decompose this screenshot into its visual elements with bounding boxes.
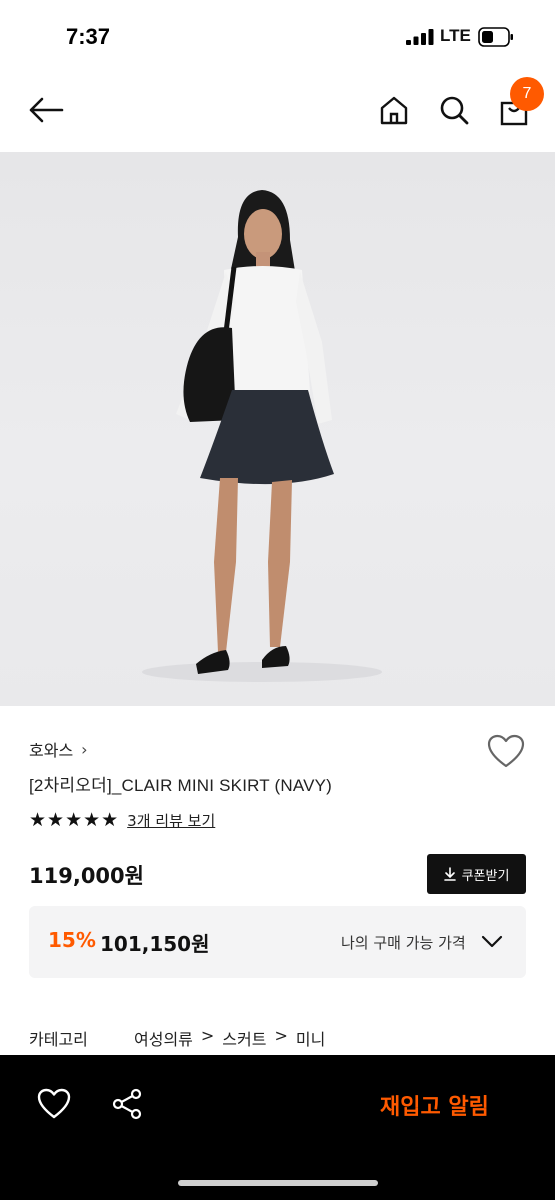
model-photo-illustration	[142, 190, 382, 682]
search-button[interactable]	[432, 88, 476, 132]
discount-rate: 15%	[48, 928, 96, 952]
arrow-left-icon	[29, 97, 64, 123]
discount-price: 101,150원	[100, 932, 210, 956]
home-indicator	[178, 1180, 378, 1186]
top-nav	[0, 70, 555, 152]
signal-icon	[406, 29, 434, 45]
rating-row: ★★★★★ 3개 리뷰 보기	[29, 809, 215, 831]
bottom-action-bar: 재입고 알림	[0, 1055, 555, 1200]
back-button[interactable]	[22, 88, 70, 132]
category-item[interactable]: 미니	[296, 1026, 325, 1050]
share-icon[interactable]	[110, 1087, 144, 1121]
status-time: 7:37	[66, 24, 111, 49]
home-button[interactable]	[372, 88, 416, 132]
cart-count-badge: 7	[510, 77, 544, 111]
star-rating: ★★★★★	[29, 809, 120, 831]
download-icon	[443, 867, 456, 881]
brand-name: 호와스	[29, 741, 74, 760]
restock-alert-button[interactable]: 재입고 알림	[380, 1089, 489, 1121]
category-item[interactable]: 여성의류	[134, 1026, 193, 1050]
category-breadcrumb: 여성의류 > 스커트 > 미니	[134, 1026, 325, 1050]
review-link[interactable]: 3개 리뷰 보기	[127, 810, 215, 831]
brand-link[interactable]: 호와스 ›	[29, 737, 88, 761]
search-icon	[440, 96, 469, 125]
product-image[interactable]	[0, 152, 555, 706]
heart-icon[interactable]	[486, 734, 526, 770]
home-icon	[380, 96, 408, 125]
discount-panel[interactable]: 15% 101,150원 나의 구매 가능 가격	[29, 906, 526, 978]
network-label: LTE	[440, 26, 471, 45]
chevron-right-icon: ›	[81, 739, 88, 759]
breadcrumb-separator: >	[200, 1026, 215, 1045]
category-label: 카테고리	[29, 1030, 88, 1049]
coupon-label: 쿠폰받기	[461, 868, 510, 884]
original-price: 119,000원	[29, 864, 144, 888]
coupon-button[interactable]: 쿠폰받기	[427, 854, 526, 894]
heart-icon[interactable]	[36, 1087, 72, 1121]
category-item[interactable]: 스커트	[222, 1026, 266, 1050]
chevron-down-icon	[481, 935, 503, 948]
battery-icon	[478, 27, 513, 47]
discount-label: 나의 구매 가능 가격	[341, 934, 466, 952]
breadcrumb-separator: >	[274, 1026, 288, 1045]
status-bar: 7:37 LTE	[0, 0, 555, 70]
product-title: [2차리오더]_CLAIR MINI SKIRT (NAVY)	[29, 776, 333, 795]
